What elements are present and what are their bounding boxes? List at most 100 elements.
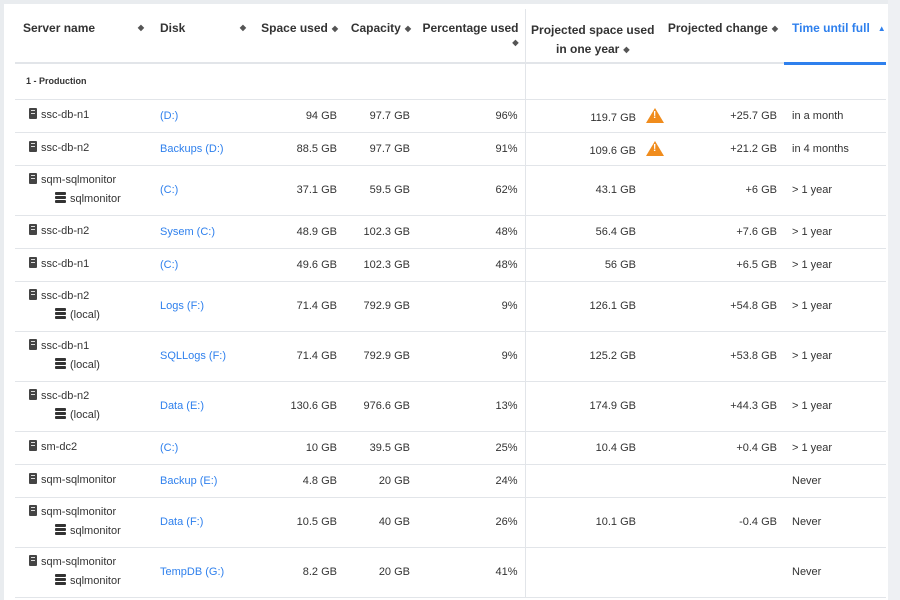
disk-link[interactable]: Backup (E:) [160,475,217,487]
disk-cell: Data (F:) [156,497,258,548]
projected-space-cell: 56.4 GB [524,215,660,249]
disk-link[interactable]: (D:) [160,110,178,122]
capacity-cell: 102.3 GB [344,215,417,249]
server-name: ssc-db-n2 [41,225,90,237]
table-row[interactable]: ssc-db-n2 Backups (D:) 88.5 GB 97.7 GB 91% 10… [15,132,886,166]
disk-cell: Data (E:) [156,381,258,432]
disk-link[interactable]: Data (E:) [160,400,204,412]
space-used-cell: 94 GB [258,99,344,133]
projected-change-cell: +53.8 GB [660,331,784,382]
projected-space-cell: 174.9 GB [524,381,660,432]
disk-cell: Backups (D:) [156,132,258,166]
disk-link[interactable]: Data (F:) [160,516,203,528]
projected-space-value: 10.4 GB [595,441,636,454]
projected-space-cell: 43.1 GB [524,165,660,216]
server-icon [29,224,37,235]
table-row[interactable]: ssc-db-n2 (local) Data (E:) 130.6 GB 976.6 G… [15,381,886,432]
vertical-scrollbar[interactable] [888,0,900,600]
header-label: Server name [23,21,96,35]
percentage-used-cell: 13% [417,381,525,432]
instance-name: (local) [70,409,100,421]
column-header-capacity[interactable]: Capacity ◆ [344,9,417,64]
disk-cell: (C:) [156,431,258,465]
disk-link[interactable]: SQLLogs (F:) [160,350,226,362]
space-used-cell: 48.9 GB [258,215,344,249]
column-header-projected-change[interactable]: Projected change ◆ [660,9,784,64]
capacity-cell: 40 GB [344,497,417,548]
space-used-cell: 88.5 GB [258,132,344,166]
table-row[interactable]: ssc-db-n1 (D:) 94 GB 97.7 GB 96% 119.7 GB! +25… [15,99,886,133]
column-header-time-until-full[interactable]: Time until full ▲ [784,9,886,65]
table-row[interactable]: ssc-db-n1 (local) SQLLogs (F:) 71.4 GB 792.9… [15,331,886,382]
table-row[interactable]: sqm-sqlmonitor sqlmonitor TempDB (G:) 8.2 G… [15,547,886,598]
time-until-full-cell: > 1 year [784,331,886,382]
disk-cell: Sysem (C:) [156,215,258,249]
disk-link[interactable]: Backups (D:) [160,143,224,155]
server-icon [29,555,37,566]
server-name: ssc-db-n2 [41,142,90,154]
server-icon [29,257,37,268]
column-header-projected-space[interactable]: Projected space used in one year ◆ [524,9,660,64]
disk-link[interactable]: (C:) [160,259,178,271]
time-until-full-cell: > 1 year [784,281,886,332]
table-row[interactable]: sqm-sqlmonitor Backup (E:) 4.8 GB 20 GB 24% N… [15,464,886,498]
server-cell: ssc-db-n1 [15,99,156,133]
space-used-cell: 8.2 GB [258,547,344,598]
space-used-cell: 10.5 GB [258,497,344,548]
capacity-cell: 39.5 GB [344,431,417,465]
table-row[interactable]: sm-dc2 (C:) 10 GB 39.5 GB 25% 10.4 GB +0.4 GB >… [15,431,886,465]
capacity-cell: 20 GB [344,464,417,498]
disk-link[interactable]: (C:) [160,184,178,196]
server-name: sqm-sqlmonitor [41,474,117,486]
disk-link[interactable]: (C:) [160,442,178,454]
server-cell: ssc-db-n2 (local) [15,381,156,432]
percentage-used-cell: 48% [417,248,525,282]
database-icon [55,524,66,536]
space-used-cell: 4.8 GB [258,464,344,498]
time-until-full-cell: > 1 year [784,165,886,216]
projected-change-cell: +6 GB [660,165,784,216]
table-row[interactable]: sqm-sqlmonitor sqlmonitor (C:) 37.1 GB 59.5 … [15,165,886,216]
server-cell: ssc-db-n2 [15,132,156,166]
space-used-cell: 71.4 GB [258,331,344,382]
table-row[interactable]: ssc-db-n2 (local) Logs (F:) 71.4 GB 792.9 GB… [15,281,886,332]
projected-space-value: 56 GB [604,258,636,271]
header-label: Time until full [792,21,870,35]
column-header-server-name[interactable]: Server name ◆ [15,9,156,64]
server-cell: ssc-db-n2 [15,215,156,249]
time-until-full-cell: Never [784,497,886,548]
server-icon [29,289,37,300]
space-used-cell: 71.4 GB [258,281,344,332]
disk-link[interactable]: Sysem (C:) [160,226,215,238]
column-header-disk[interactable]: Disk ◆ [156,9,258,64]
server-name: sqm-sqlmonitor [41,174,117,186]
instance-name: sqlmonitor [70,525,121,537]
header-row: Server name ◆ Disk ◆ Space used ◆ Capacity ◆… [15,9,886,65]
table-row[interactable]: ssc-db-n2 Sysem (C:) 48.9 GB 102.3 GB 48% 56.… [15,215,886,249]
disk-link[interactable]: TempDB (G:) [160,566,224,578]
time-until-full-cell: > 1 year [784,381,886,432]
database-icon [55,192,66,204]
server-name: ssc-db-n1 [41,258,90,270]
column-header-percentage-used[interactable]: Percentage used ◆ [417,9,525,64]
time-until-full-cell: in 4 months [784,132,886,166]
table-row[interactable]: ssc-db-n1 (C:) 49.6 GB 102.3 GB 48% 56 GB +6.5… [15,248,886,282]
server-icon [29,440,37,451]
header-label: Projected space used [531,23,655,37]
disk-cell: SQLLogs (F:) [156,331,258,382]
database-icon [55,408,66,420]
instance-name: (local) [70,359,100,371]
warning-icon: ! [646,107,664,123]
server-cell: ssc-db-n2 (local) [15,281,156,332]
table-row[interactable]: sqm-sqlmonitor sqlmonitor Data (F:) 10.5 GB… [15,497,886,548]
disk-link[interactable]: Logs (F:) [160,300,204,312]
disk-cell: Backup (E:) [156,464,258,498]
server-cell: sqm-sqlmonitor sqlmonitor [15,165,156,216]
sort-both-icon: ◆ [512,38,519,47]
projected-space-value: 43.1 GB [595,184,636,196]
column-header-space-used[interactable]: Space used ◆ [258,9,344,64]
header-label: Percentage used [422,21,519,35]
server-cell: sqm-sqlmonitor [15,464,156,498]
time-until-full-cell: > 1 year [784,431,886,465]
projected-space-cell: 56 GB [524,248,660,282]
